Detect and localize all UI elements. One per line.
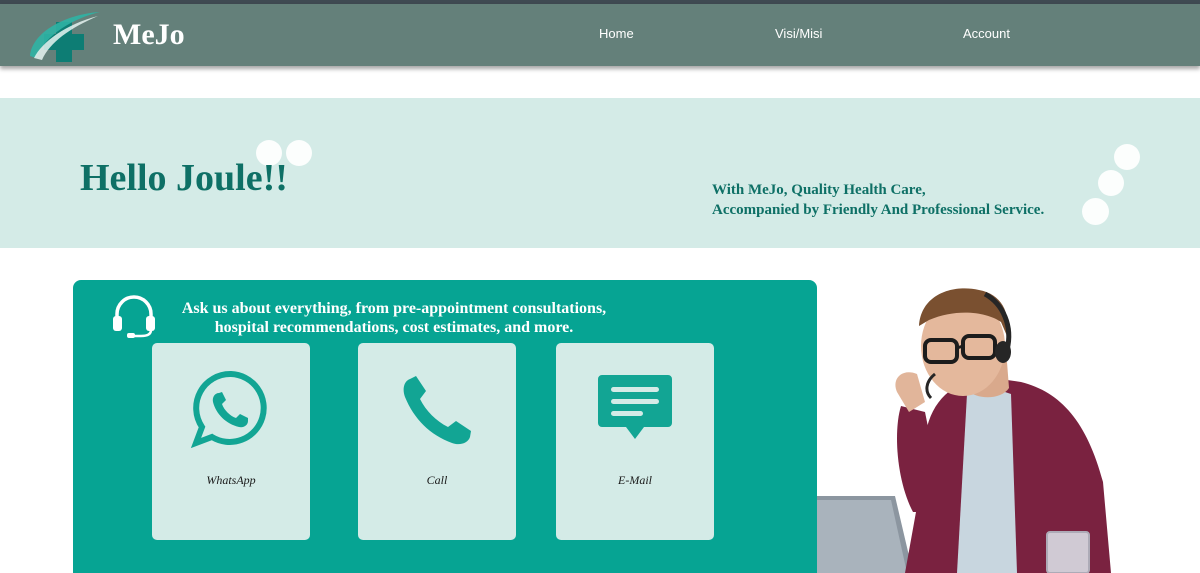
contact-intro-line-1: Ask us about everything, from pre-appoin… [181, 300, 607, 317]
nav-account-link[interactable]: Account [963, 26, 1010, 41]
nav-home-link[interactable]: Home [599, 26, 634, 41]
decor-bubble [286, 140, 312, 166]
mejo-logo-icon[interactable] [26, 8, 104, 64]
call-label: Call [426, 473, 448, 487]
brand-name[interactable]: MeJo [113, 18, 185, 52]
navbar: MeJo Home Visi/Misi Account [0, 4, 1200, 66]
headset-icon [113, 295, 155, 338]
contact-intro-line-2: hospital recommendations, cost estimates… [214, 319, 574, 336]
contact-panel: Ask us about everything, from pre-appoin… [73, 280, 817, 573]
email-label: E-Mail [618, 473, 652, 487]
whatsapp-icon [190, 370, 267, 449]
hero-banner: Hello Joule!! With MeJo, Quality Health … [0, 98, 1200, 248]
call-card[interactable]: Call [358, 343, 516, 540]
email-card[interactable]: E-Mail [556, 343, 714, 540]
hero-greeting: Hello Joule!! [80, 157, 288, 199]
hero-tagline: With MeJo, Quality Health Care, Accompan… [712, 180, 1044, 220]
tagline-line-2: Accompanied by Friendly And Professional… [712, 202, 1045, 218]
decor-bubble [1114, 144, 1140, 170]
whatsapp-label: WhatsApp [206, 473, 256, 487]
message-icon [598, 375, 672, 439]
contact-intro: Ask us about everything, from pre-appoin… [173, 299, 615, 337]
nav-visi-misi-link[interactable]: Visi/Misi [775, 26, 822, 41]
tagline-line-1: With MeJo, Quality Health Care, [712, 182, 926, 198]
support-agent-photo [817, 288, 1111, 573]
decor-bubble [1082, 198, 1109, 225]
whatsapp-card[interactable]: WhatsApp [152, 343, 310, 540]
decor-bubble [1098, 170, 1124, 196]
phone-icon [403, 376, 471, 445]
